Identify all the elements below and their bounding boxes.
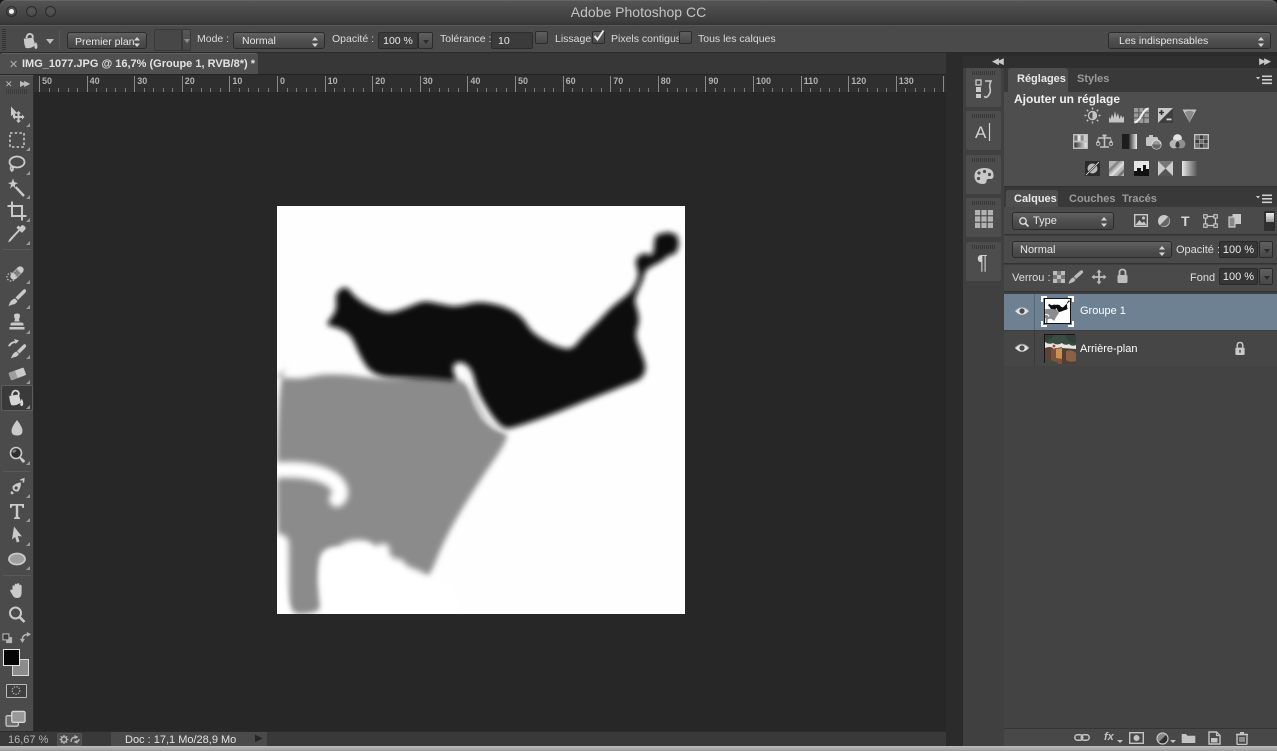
svg-text:¶: ¶ — [977, 252, 988, 274]
svg-text:A: A — [975, 123, 987, 142]
